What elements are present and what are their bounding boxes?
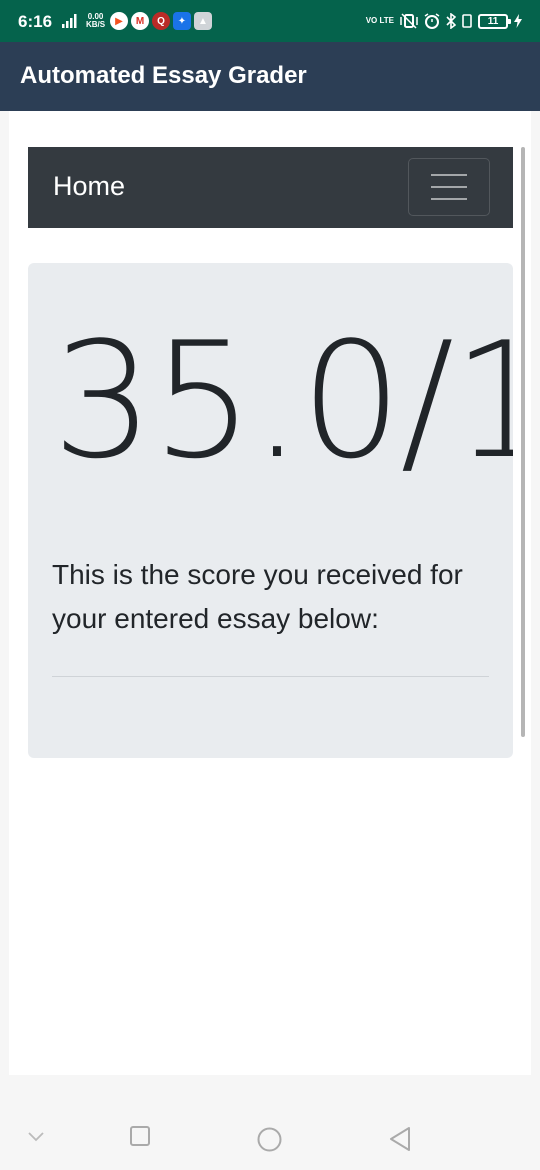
dual-sim-icon [462, 14, 472, 28]
home-icon[interactable] [256, 1126, 283, 1153]
navbar-brand-home[interactable]: Home [53, 171, 125, 202]
navbar: Home [28, 147, 513, 228]
score-description: This is the score you received for your … [52, 559, 463, 634]
collapse-icon[interactable] [28, 1132, 44, 1142]
charging-icon [514, 14, 522, 28]
webview: Home 35.0/1 This is the score you receiv… [9, 111, 531, 1075]
hamburger-menu-icon [431, 174, 467, 200]
navbar-toggler-button[interactable] [408, 158, 490, 216]
system-nav-bar [0, 1100, 540, 1170]
vibrate-icon [400, 13, 418, 29]
score-card: 35.0/1 This is the score you received fo… [28, 263, 513, 758]
status-time: 6:16 [18, 12, 53, 31]
score-display: 35.0/1 [52, 307, 513, 494]
scrollbar[interactable] [521, 147, 525, 737]
divider [52, 676, 489, 677]
status-right-icons: VO LTE 11 [366, 11, 522, 31]
bluetooth-icon [446, 13, 456, 29]
recents-icon[interactable] [129, 1125, 151, 1147]
store-icon: ▲ [194, 12, 212, 30]
battery-icon: 11 [478, 13, 511, 29]
signal-icon [62, 14, 77, 28]
quora-icon: Q [152, 12, 170, 30]
net-speed: 0.00 KB/S [86, 12, 106, 29]
app-bar: Automated Essay Grader [0, 42, 540, 111]
alarm-icon [424, 13, 440, 29]
back-icon[interactable] [389, 1126, 411, 1152]
volte-indicator: VO LTE [365, 16, 394, 25]
play-icon: ▶ [110, 12, 128, 30]
shield-icon: ✦ [173, 12, 191, 30]
status-bar: 6:16 0.00 KB/S ▶ M Q ✦ ▲ VO LTE 11 [0, 0, 540, 42]
gmail-icon: M [131, 12, 149, 30]
app-title: Automated Essay Grader [20, 62, 307, 89]
